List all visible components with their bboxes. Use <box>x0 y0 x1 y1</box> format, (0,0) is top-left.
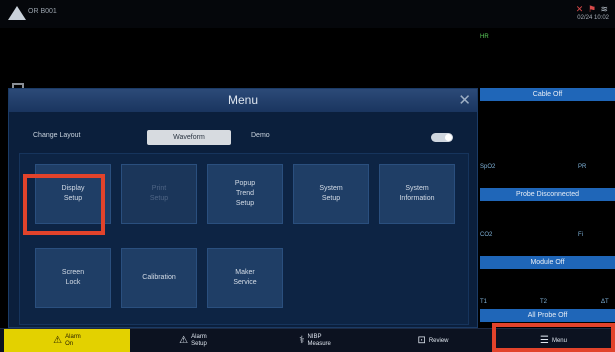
review-button[interactable]: ⊡ Review <box>374 329 492 352</box>
parameter-panel: HR SpO2 PR CO2 Fi T1 T2 ΔT <box>480 28 615 328</box>
change-layout-label: Change Layout <box>33 132 81 139</box>
alarm-on-button[interactable]: ⚠ Alarm On <box>4 329 130 352</box>
status-area: ✕ ⚑ ≋ 02/24 10:02 <box>576 4 609 21</box>
menu-dialog: Menu ✕ Change Layout Waveform Demo Displ… <box>8 88 478 328</box>
popup-trend-setup-tile[interactable]: Popup Trend Setup <box>207 164 283 224</box>
review-label: Review <box>428 337 449 344</box>
logo-icon <box>8 6 26 20</box>
system-information-tile[interactable]: System Information <box>379 164 455 224</box>
change-layout-row: Change Layout Waveform Demo <box>19 127 469 147</box>
menu-tile-grid: Display Setup Print Setup Popup Trend Se… <box>19 153 469 325</box>
maker-service-tile[interactable]: Maker Service <box>207 248 283 308</box>
calibration-tile[interactable]: Calibration <box>121 248 197 308</box>
module-off-bar: Module Off <box>480 256 615 269</box>
close-icon[interactable]: ✕ <box>458 91 471 109</box>
spo2-label: SpO2 <box>480 164 496 170</box>
co2-label: CO2 <box>480 232 493 238</box>
all-probe-off-bar: All Probe Off <box>480 309 615 322</box>
bottom-bar: ⚠ Alarm On ⚠ Alarm Setup ⚕ NIBP Measure … <box>0 328 615 352</box>
print-setup-tile: Print Setup <box>121 164 197 224</box>
top-status-bar: OR B001 ✕ ⚑ ≋ 02/24 10:02 <box>0 0 615 28</box>
nibp-icon: ⚕ <box>299 335 305 346</box>
alarm-off-icon: ⚑ <box>587 4 597 14</box>
dialog-header: Menu ✕ <box>9 89 477 112</box>
dialog-title: Menu <box>227 93 259 107</box>
bed-label: OR B001 <box>28 8 57 15</box>
td-label: ΔT <box>601 299 609 305</box>
demo-label: Demo <box>251 132 270 139</box>
wifi-icon: ≋ <box>600 4 609 14</box>
display-setup-tile[interactable]: Display Setup <box>35 164 111 224</box>
t2-label: T2 <box>540 299 548 305</box>
probe-disconnected-bar: Probe Disconnected <box>480 188 615 201</box>
alarm-setup-icon: ⚠ <box>179 335 189 346</box>
status-icons: ✕ ⚑ ≋ <box>576 4 609 15</box>
nibp-measure-label: NIBP Measure <box>307 334 331 347</box>
system-setup-tile[interactable]: System Setup <box>293 164 369 224</box>
t1-label: T1 <box>480 299 488 305</box>
demo-toggle[interactable] <box>431 133 453 142</box>
waveform-button[interactable]: Waveform <box>147 130 231 145</box>
hr-label: HR <box>480 34 489 40</box>
alarm-setup-label: Alarm Setup <box>191 334 207 347</box>
menu-label: Menu <box>551 337 567 344</box>
datetime: 02/24 10:02 <box>577 15 609 21</box>
cable-off-bar: Cable Off <box>480 88 615 101</box>
nibp-measure-button[interactable]: ⚕ NIBP Measure <box>256 329 374 352</box>
alarm-on-label: Alarm On <box>65 334 81 347</box>
menu-button[interactable]: ☰ Menu <box>492 329 615 352</box>
menu-icon: ☰ <box>540 335 549 346</box>
mute-icon: ✕ <box>575 4 585 14</box>
fico2-label: Fi <box>578 232 583 238</box>
alarm-setup-button[interactable]: ⚠ Alarm Setup <box>130 329 256 352</box>
screen-lock-tile[interactable]: Screen Lock <box>35 248 111 308</box>
warning-icon: ⚠ <box>53 335 63 346</box>
review-icon: ⊡ <box>417 335 426 346</box>
pr-label: PR <box>578 164 587 170</box>
